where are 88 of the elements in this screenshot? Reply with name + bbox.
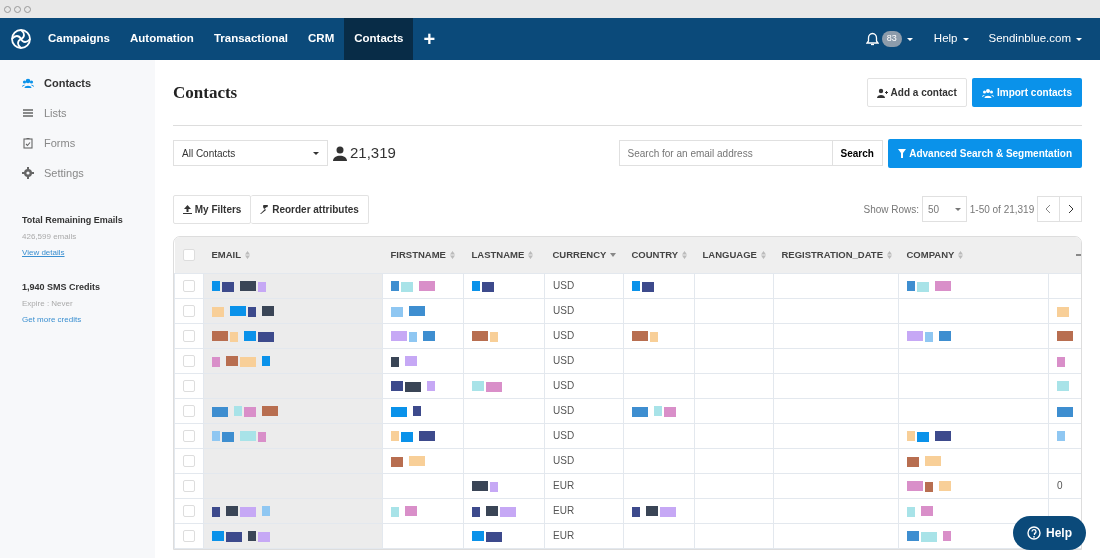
- credits-link[interactable]: Get more credits: [22, 313, 82, 326]
- chevron-left-icon: [1046, 205, 1051, 213]
- settings-icon: [22, 167, 34, 179]
- bell-icon: [865, 32, 879, 46]
- row-checkbox[interactable]: [183, 280, 195, 293]
- sort-icon: [760, 251, 766, 260]
- list-dropdown[interactable]: All Contacts: [173, 140, 328, 166]
- column-header[interactable]: REGISTRATION_DATE: [773, 237, 899, 273]
- wrench-icon: [260, 204, 270, 214]
- sidebar-item[interactable]: Settings: [22, 158, 84, 188]
- sort-icon: [245, 251, 251, 260]
- credits-title: 1,940 SMS Credits: [22, 281, 102, 294]
- sidebar-item[interactable]: Lists: [22, 98, 67, 128]
- table-cell: USD: [553, 455, 575, 466]
- column-header[interactable]: LASTNAME: [463, 237, 545, 273]
- credits-detail: Expire : Never: [22, 297, 74, 310]
- person-icon: [333, 145, 347, 161]
- nav-tab[interactable]: Automation: [120, 18, 204, 60]
- row-checkbox[interactable]: [183, 355, 195, 368]
- table-cell: USD: [553, 430, 575, 441]
- people-icon: [22, 77, 34, 89]
- table-cell: USD: [553, 355, 575, 366]
- column-header[interactable]: COUNTRY: [623, 237, 695, 273]
- row-checkbox[interactable]: [183, 305, 195, 318]
- add-contact-button[interactable]: Add a contact: [866, 78, 967, 107]
- page-title: Contacts: [173, 81, 238, 104]
- row-checkbox[interactable]: [183, 455, 195, 468]
- column-header[interactable]: LANGUAGE: [694, 237, 774, 273]
- sort-icon: [958, 251, 964, 260]
- nav-tab[interactable]: CRM: [298, 18, 345, 60]
- sort-icon: [887, 251, 892, 260]
- row-checkbox[interactable]: [183, 430, 195, 443]
- next-page-button[interactable]: [1060, 196, 1082, 222]
- credits-title: Total Remaining Emails: [22, 214, 124, 227]
- chevron-right-icon: [1068, 205, 1073, 213]
- row-checkbox[interactable]: [183, 330, 195, 343]
- table-cell: USD: [553, 380, 575, 391]
- table-cell: EUR: [553, 480, 575, 491]
- table-cell: USD: [553, 280, 575, 291]
- list-icon: [22, 107, 34, 119]
- help-button[interactable]: Help: [1013, 516, 1086, 550]
- sort-icon: [449, 251, 455, 260]
- credits-detail: 426,599 emails: [22, 230, 78, 243]
- contact-count: 21,319: [350, 142, 396, 163]
- row-checkbox[interactable]: [183, 480, 195, 493]
- row-checkbox[interactable]: [183, 530, 195, 543]
- help-menu[interactable]: Help: [923, 18, 979, 60]
- column-header[interactable]: CURRENCY: [544, 237, 624, 273]
- caret-icon[interactable]: [906, 37, 913, 41]
- select-all-checkbox[interactable]: [182, 249, 195, 262]
- table-cell: EUR: [553, 530, 575, 541]
- filter-icon: [898, 148, 907, 158]
- credits-link[interactable]: View details: [22, 246, 65, 259]
- column-header[interactable]: EMAIL: [203, 237, 383, 273]
- account-menu[interactable]: Sendinblue.com: [978, 18, 1092, 60]
- table-cell: 0: [1057, 480, 1063, 491]
- search-field[interactable]: Search for an email address: [618, 140, 833, 166]
- reorder-attributes-button[interactable]: Reorder attributes: [251, 194, 369, 224]
- nav-tab[interactable]: Transactional: [203, 18, 299, 60]
- table-cell: USD: [553, 330, 575, 341]
- table-cell: USD: [553, 305, 575, 316]
- help-icon: [1027, 526, 1041, 540]
- upload-icon: [183, 204, 192, 214]
- row-checkbox[interactable]: [183, 505, 195, 518]
- add-person-icon: [876, 87, 888, 98]
- sort-icon: [528, 251, 534, 260]
- sidebar-item[interactable]: Forms: [22, 128, 76, 158]
- table-cell: USD: [553, 405, 575, 416]
- notification-badge: 83: [881, 31, 902, 47]
- show-rows-label: Show Rows:: [863, 202, 920, 217]
- table-cell: EUR: [553, 505, 575, 516]
- sidebar-item[interactable]: Contacts: [22, 68, 92, 98]
- nav-tab[interactable]: Contacts: [344, 18, 414, 60]
- column-header[interactable]: COMPANY: [898, 237, 1049, 273]
- previous-page-button[interactable]: [1037, 196, 1060, 222]
- search-button[interactable]: Search: [832, 140, 883, 166]
- column-header[interactable]: FIRSTNAME: [382, 237, 464, 273]
- sort-icon: [682, 251, 688, 260]
- nav-tab[interactable]: Campaigns: [38, 18, 120, 60]
- logo-icon: [10, 28, 32, 50]
- my-filters-button[interactable]: My Filters: [173, 194, 252, 224]
- add-tab-button[interactable]: +: [413, 24, 446, 54]
- row-checkbox[interactable]: [183, 380, 195, 393]
- people-icon: [982, 87, 995, 98]
- page-range: 1-50 of 21,319: [969, 202, 1035, 217]
- clipboard-icon: [22, 137, 34, 149]
- row-checkbox[interactable]: [183, 405, 195, 418]
- rows-per-page-dropdown[interactable]: 50: [921, 196, 967, 222]
